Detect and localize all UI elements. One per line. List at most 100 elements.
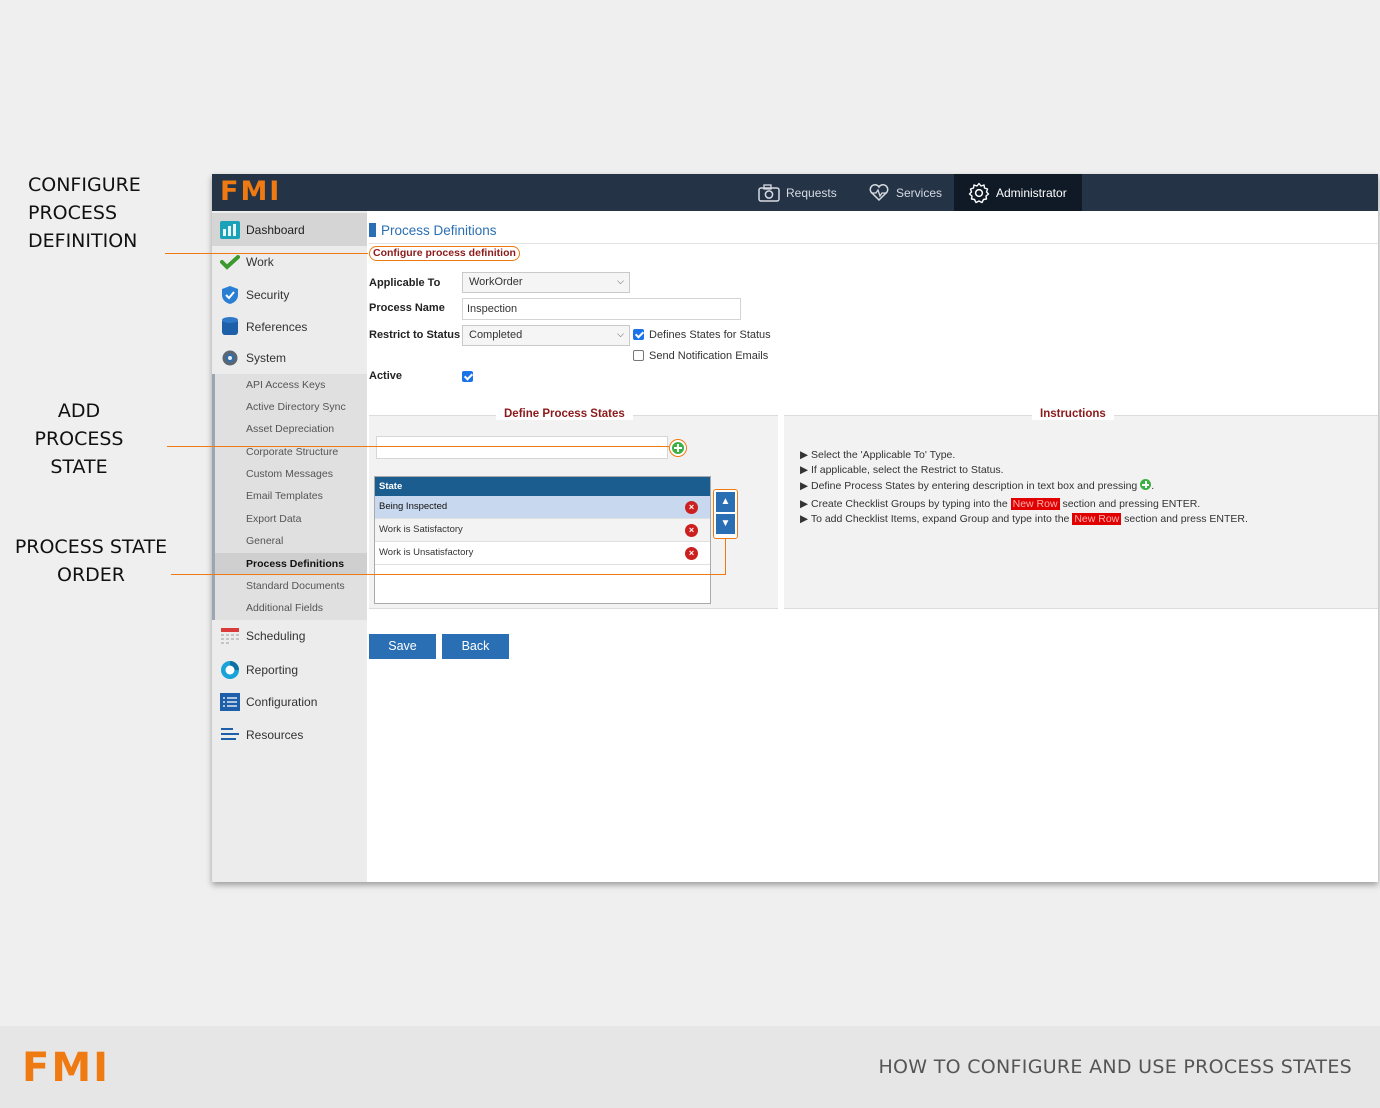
nav-tab-label: Requests <box>786 185 837 200</box>
sidebar-item-configuration[interactable]: Configuration <box>212 686 367 718</box>
submenu-item-process-definitions[interactable]: Process Definitions <box>246 553 344 575</box>
instruction-line: ▶ If applicable, select the Restrict to … <box>800 464 1004 476</box>
process-name-input[interactable]: Inspection <box>462 298 741 320</box>
delete-icon[interactable]: × <box>685 501 698 514</box>
nav-tab-label: Services <box>896 185 943 200</box>
table-row[interactable]: Work is Unsatisfactory × <box>375 542 710 565</box>
callout-add-process-state: ADD PROCESS STATE <box>20 397 138 481</box>
callout-leader-line <box>171 574 726 575</box>
submenu-item-export-data[interactable]: Export Data <box>246 508 301 530</box>
grid-column-header: State <box>375 477 710 496</box>
state-order-controls: ▲ ▼ <box>713 489 738 539</box>
plus-circle-icon <box>1140 479 1152 490</box>
callout-line: ADD <box>57 400 101 422</box>
section-subtitle: Configure process definition <box>369 246 520 261</box>
table-row[interactable]: Being Inspected × <box>375 496 710 519</box>
top-navbar: FMI Requests Services Administrator <box>212 174 1378 211</box>
instruction-suffix: section and pressing ENTER. <box>1062 498 1201 510</box>
sidebar-item-label: Reporting <box>246 663 299 677</box>
defines-states-checkbox[interactable] <box>633 329 644 340</box>
sidebar-item-system[interactable]: System <box>212 342 367 374</box>
title-marker <box>369 223 376 237</box>
applicable-to-label: Applicable To <box>369 277 441 289</box>
submenu-item-corporate-structure[interactable]: Corporate Structure <box>246 441 338 463</box>
heartbeat-icon <box>869 183 889 201</box>
calendar-icon <box>220 626 240 646</box>
process-name-label: Process Name <box>369 302 445 314</box>
sidebar-item-label: Configuration <box>246 695 318 709</box>
callout-line: STATE <box>50 456 108 478</box>
submenu-item-email-templates[interactable]: Email Templates <box>246 485 323 507</box>
move-up-button[interactable]: ▲ <box>716 492 735 512</box>
instruction-text: Select the 'Applicable To' Type. <box>811 449 956 461</box>
database-icon <box>220 317 240 337</box>
chevron-down-icon: ⌵ <box>617 276 624 286</box>
delete-icon[interactable]: × <box>685 524 698 537</box>
save-button[interactable]: Save <box>369 634 436 659</box>
nav-tab-services[interactable]: Services <box>854 174 956 211</box>
callout-line: PROCESS <box>34 428 124 450</box>
app-logo[interactable]: FMI <box>220 177 281 207</box>
nav-tab-requests[interactable]: Requests <box>744 174 851 211</box>
sidebar-item-reporting[interactable]: Reporting <box>212 654 367 686</box>
chevron-down-icon: ⌵ <box>617 329 624 339</box>
sidebar-item-label: System <box>246 351 287 365</box>
sidebar: Dashboard Work Security References Syste… <box>212 211 367 882</box>
nav-tab-administrator[interactable]: Administrator <box>954 174 1082 211</box>
submenu-item-additional-fields[interactable]: Additional Fields <box>246 597 323 619</box>
send-notification-label: Send Notification Emails <box>649 350 769 362</box>
shield-icon <box>220 285 240 305</box>
submenu-item-active-directory-sync[interactable]: Active Directory Sync <box>246 396 346 418</box>
sidebar-item-resources[interactable]: Resources <box>212 719 367 751</box>
checkmark-icon <box>220 252 240 272</box>
callout-line: PROCESS STATE <box>14 536 168 558</box>
active-label: Active <box>369 370 403 382</box>
sidebar-item-work[interactable]: Work <box>212 246 367 278</box>
new-state-input[interactable] <box>376 436 668 459</box>
submenu-item-general[interactable]: General <box>246 530 283 552</box>
instruction-text: If applicable, select the Restrict to St… <box>811 464 1004 476</box>
instruction-line: ▶ Create Checklist Groups by typing into… <box>800 498 1201 510</box>
move-down-button[interactable]: ▼ <box>716 514 735 534</box>
callout-leader-line <box>167 446 669 447</box>
sidebar-item-dashboard[interactable]: Dashboard <box>212 213 367 246</box>
instructions-heading: Instructions <box>1032 408 1114 420</box>
state-name: Work is Satisfactory <box>379 524 463 535</box>
camera-icon <box>758 183 780 202</box>
instruction-suffix: . <box>1151 480 1155 492</box>
lines-icon <box>220 725 240 745</box>
sidebar-item-references[interactable]: References <box>212 311 367 343</box>
new-row-tag: New Row <box>1010 498 1060 510</box>
submenu-item-custom-messages[interactable]: Custom Messages <box>246 463 333 485</box>
process-states-panel: Define Process States State Being Inspec… <box>369 408 778 609</box>
page-title-text: Process Definitions <box>381 222 497 238</box>
submenu-item-asset-depreciation[interactable]: Asset Depreciation <box>246 418 334 440</box>
submenu-item-standard-documents[interactable]: Standard Documents <box>246 575 345 597</box>
delete-icon[interactable]: × <box>685 547 698 560</box>
table-row[interactable]: Work is Satisfactory × <box>375 519 710 542</box>
callout-line: DEFINITION <box>28 230 138 252</box>
restrict-to-status-value: Completed <box>469 329 523 341</box>
back-button[interactable]: Back <box>442 634 509 659</box>
arrow-down-icon: ▼ <box>720 518 731 529</box>
restrict-to-status-select[interactable]: Completed ⌵ <box>462 325 630 346</box>
defines-states-label: Defines States for Status <box>649 329 771 341</box>
states-grid: State Being Inspected × Work is Satisfac… <box>374 476 711 604</box>
send-notification-checkbox[interactable] <box>633 350 644 361</box>
instruction-line: ▶ To add Checklist Items, expand Group a… <box>800 513 1248 525</box>
submenu-item-api-access-keys[interactable]: API Access Keys <box>246 374 325 396</box>
add-state-button[interactable] <box>669 439 687 457</box>
active-checkbox[interactable] <box>462 371 473 382</box>
sidebar-item-scheduling[interactable]: Scheduling <box>212 620 367 652</box>
sidebar-item-security[interactable]: Security <box>212 279 367 311</box>
callout-process-state-order: PROCESS STATE ORDER <box>12 533 170 589</box>
instructions-panel: Instructions ▶ Select the 'Applicable To… <box>784 408 1378 609</box>
app-window: FMI Requests Services Administrator Dash… <box>212 174 1378 882</box>
page-title: Process Definitions <box>369 222 497 238</box>
divider <box>369 243 1378 244</box>
callout-line: PROCESS <box>28 202 118 224</box>
main-content: Process Definitions Configure process de… <box>369 211 1378 882</box>
sidebar-item-label: Work <box>246 255 274 269</box>
applicable-to-select[interactable]: WorkOrder ⌵ <box>462 272 630 293</box>
sidebar-item-label: Resources <box>246 728 304 742</box>
